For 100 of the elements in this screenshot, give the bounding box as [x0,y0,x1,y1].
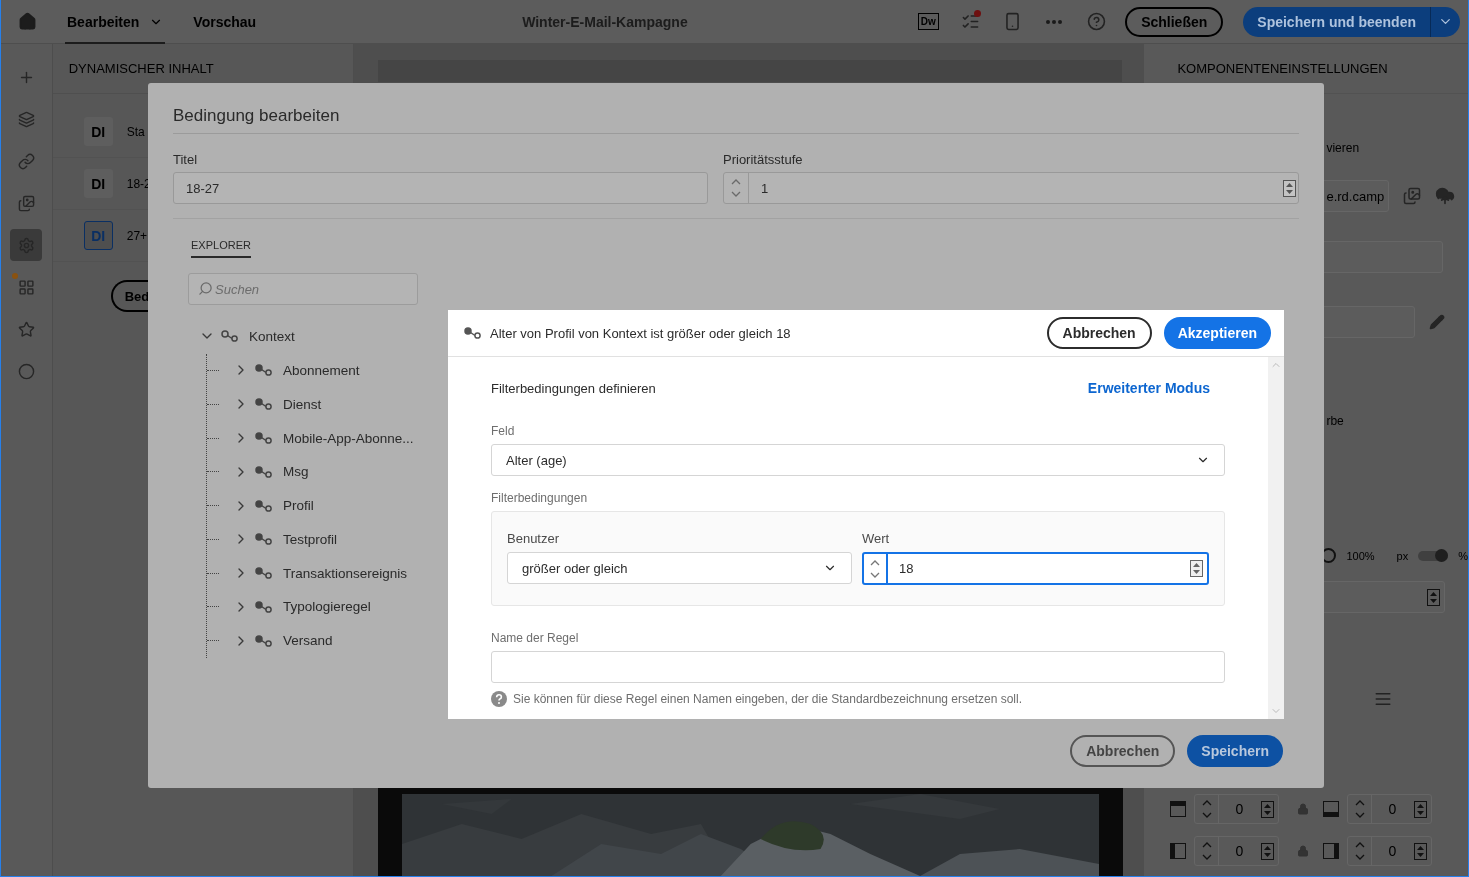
field-label: Name der Regel [491,631,580,645]
relation-icon [255,499,273,512]
images-icon [17,194,35,212]
personalize-tool[interactable] [10,229,43,261]
tree-item[interactable]: Mobile-App-Abonne... [283,430,414,446]
tree-item[interactable]: Typologieregel [283,599,371,615]
panel-title: KOMPONENTENEINSTELLUNGEN [1177,61,1388,76]
border-side-icon [1170,801,1187,817]
checklist-icon [960,12,980,31]
search-field[interactable]: Suchen [188,273,418,305]
relation-icon [255,398,273,411]
rule-name-field[interactable] [491,651,1225,683]
stepper-icon[interactable] [1201,841,1212,861]
spacing-field[interactable]: 0 [1194,836,1280,866]
tree-item[interactable]: Dienst [283,396,322,412]
text-field[interactable] [1321,241,1444,273]
circle-icon [17,362,35,380]
spinner-icon[interactable] [1414,800,1428,818]
layers-icon [17,110,35,128]
help-text: Sie können für diese Regel einen Namen eingeben, der die Standardbezeichnung ersetzen soll. [513,692,1022,706]
unit-toggle[interactable] [1418,550,1449,561]
unit-label: px [1396,549,1409,562]
code-button[interactable]: Dw [907,5,950,38]
upload-icon[interactable] [1435,186,1456,206]
images-icon[interactable] [1403,187,1422,205]
content-label[interactable]: Sta [126,124,145,139]
explorer-tab[interactable]: EXPLORER [191,239,251,258]
value-field[interactable]: 18 [862,552,1209,585]
setting-label: rbe [1326,414,1345,428]
tree-item[interactable]: Versand [283,633,333,649]
relation-icon [255,634,273,647]
setting-label: vieren [1326,141,1361,155]
spinner-icon[interactable] [1261,842,1275,860]
relation-icon [255,533,273,546]
spinner-icon[interactable] [1283,179,1296,197]
title-field[interactable]: 18-27 [173,172,708,204]
cancel-button[interactable]: Abbrechen [1046,317,1152,349]
radio-label: 100% [1346,549,1375,562]
field-label: Benutzer [507,531,561,546]
save-options-button[interactable] [1430,6,1460,37]
stepper-icon[interactable] [1354,799,1365,819]
operator-select[interactable]: größer oder gleich [507,552,852,584]
spinner-icon[interactable] [1190,560,1203,577]
relation-icon [221,330,239,343]
lock-icon[interactable] [1297,803,1310,815]
star-icon [17,320,35,338]
relation-icon [255,432,273,445]
spinner-icon[interactable] [1414,842,1428,860]
field-label: Prioritätsstufe [723,152,804,167]
tree-item[interactable]: Msg [283,464,309,480]
close-button[interactable]: Schließen [1125,6,1224,37]
relation-icon [255,364,273,377]
panel-title: DYNAMISCHER INHALT [68,61,214,76]
content-badge[interactable]: DI [83,169,113,198]
stepper-icon[interactable] [731,178,741,198]
tree-item[interactable]: Profil [283,498,314,514]
home-icon[interactable] [17,12,37,31]
tree-item[interactable]: Transaktionsereignis [283,565,408,581]
lock-icon[interactable] [1297,845,1310,857]
link-icon [17,152,35,170]
content-badge[interactable]: DI [83,117,113,146]
tree-item[interactable]: Kontext [249,328,295,344]
grid-icon [17,278,35,296]
unit-label: % [1458,549,1468,562]
tree-item[interactable]: Abonnement [283,363,360,378]
spinner-icon[interactable] [1261,800,1275,818]
field-select[interactable]: Alter (age) [491,444,1225,476]
save-and-close-button[interactable]: Speichern und beenden [1243,6,1430,37]
content-label[interactable]: 27+ [126,228,148,243]
spacing-field[interactable]: 0 [1347,794,1433,824]
border-side-icon [1323,843,1340,859]
align-icon[interactable] [1374,690,1393,708]
relation-icon [255,465,273,478]
stepper-icon[interactable] [870,558,880,579]
stepper-icon[interactable] [1354,841,1365,861]
help-icon [491,691,507,707]
section-heading: Filterbedingungen definieren [491,380,656,396]
advanced-mode-link[interactable]: Erweiterter Modus [1087,380,1210,396]
more-icon [1046,19,1063,24]
pencil-icon[interactable] [1429,314,1446,330]
number-field[interactable] [1321,581,1446,613]
accept-button[interactable]: Akzeptieren [1163,317,1271,349]
field-label: Feld [491,424,516,438]
border-side-icon [1323,801,1340,817]
text-field[interactable] [1321,306,1416,338]
border-side-icon [1170,843,1187,859]
spacing-field[interactable]: 0 [1347,836,1433,866]
relation-icon [255,567,273,580]
tree-item[interactable]: Testprofil [283,531,338,547]
help-icon [1086,12,1106,31]
relation-icon [255,600,273,613]
save-button[interactable]: Speichern [1187,735,1283,767]
stepper-icon[interactable] [1201,799,1212,819]
search-icon [198,281,213,296]
url-field[interactable]: e.rd.camp [1321,180,1390,212]
mode-tab[interactable]: Vorschau [191,0,259,44]
cancel-button[interactable]: Abbrechen [1070,735,1176,767]
priority-field[interactable]: 1 [723,172,1299,204]
spacing-field[interactable]: 0 [1194,794,1280,824]
spinner-icon[interactable] [1427,588,1441,606]
